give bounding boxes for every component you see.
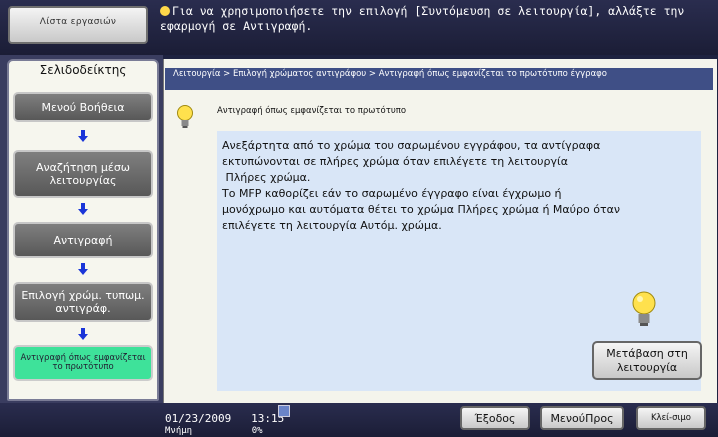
arrow-down-icon: [78, 263, 88, 275]
arrow-down-icon: [78, 130, 88, 142]
memory-label: Μνήμη: [165, 426, 193, 436]
network-icon: [278, 405, 290, 417]
description-line: Πλήρες χρώμα.: [222, 171, 311, 184]
exit-button[interactable]: Έξοδος: [460, 406, 530, 430]
memory-status: Μνήμη 0%: [165, 426, 263, 436]
description-line: Ανεξάρτητα από το χρώμα του σαρωμένου εγ…: [222, 139, 601, 152]
lightbulb-icon: [160, 6, 170, 16]
date-text: 01/23/2009: [165, 412, 232, 425]
menu-button[interactable]: ΜενούΠρος: [540, 406, 624, 430]
lightbulb-icon: [177, 105, 193, 128]
page-heading: Αντιγραφή όπως εμφανίζεται το πρωτότυπο: [217, 106, 407, 116]
close-button[interactable]: Κλεί-σιμο: [636, 406, 706, 430]
arrow-down-icon: [78, 328, 88, 340]
date-time: 01/23/2009 13:15: [165, 412, 284, 425]
description-line: μονόχρωμο και αυτόματα θέτει το χρώμα Πλ…: [222, 203, 620, 216]
nav-copy[interactable]: Αντιγραφή: [13, 222, 153, 258]
message-area: Για να χρησιμοποιήσετε την επιλογή [Συντ…: [160, 4, 712, 51]
lightbulb-icon: [632, 291, 656, 326]
nav-help-menu[interactable]: Μενού Βοήθεια: [13, 92, 153, 122]
bookmark-title: Σελιδοδείκτης: [39, 63, 127, 77]
nav-copy-color-select[interactable]: Επιλογή χρώμ. τυπωμ. αντιγράφ.: [13, 282, 153, 322]
go-to-function-button[interactable]: Μετάβαση στη λειτουργία: [592, 341, 702, 380]
breadcrumb: Λειτουργία > Επιλογή χρώματος αντιγράφου…: [165, 68, 713, 90]
description-line: Το MFP καθορίζει εάν το σαρωμένο έγγραφο…: [222, 187, 562, 200]
job-list-button[interactable]: Λίστα εργασιών: [8, 6, 148, 44]
message-text: Για να χρησιμοποιήσετε την επιλογή [Συντ…: [160, 4, 685, 33]
nav-search-by-function[interactable]: Αναζήτηση μέσω λειτουργίας: [13, 150, 153, 198]
description-text: Ανεξάρτητα από το χρώμα του σαρωμένου εγ…: [222, 138, 696, 234]
nav-copy-as-original[interactable]: Αντιγραφή όπως εμφανίζεται το πρωτότυπο: [13, 345, 153, 381]
memory-value: 0%: [251, 426, 263, 436]
description-line: επιλέγετε τη λειτουργία Αυτόμ. χρώμα.: [222, 219, 442, 232]
description-line: εκτυπώνονται σε πλήρες χρώμα όταν επιλέγ…: [222, 155, 569, 168]
arrow-down-icon: [78, 203, 88, 215]
